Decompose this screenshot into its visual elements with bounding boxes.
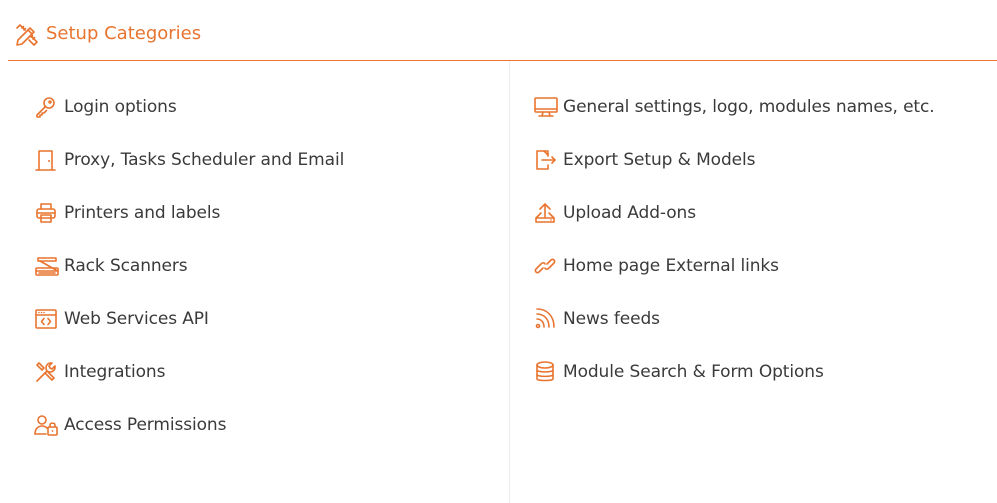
menu-item-integrations[interactable]: Integrations bbox=[34, 345, 344, 398]
menu-item-label: Module Search & Form Options bbox=[563, 361, 824, 382]
menu-item-label: Rack Scanners bbox=[64, 255, 188, 276]
tools-icon bbox=[34, 360, 60, 384]
upload-icon bbox=[533, 201, 559, 225]
printer-icon bbox=[34, 201, 60, 225]
menu-item-access-permissions[interactable]: Access Permissions bbox=[34, 398, 344, 451]
file-export-icon bbox=[533, 148, 559, 172]
column-divider bbox=[509, 61, 510, 503]
page-title: Setup Categories bbox=[46, 23, 202, 44]
menu-item-label: Proxy, Tasks Scheduler and Email bbox=[64, 149, 345, 170]
rss-icon bbox=[533, 307, 559, 331]
api-window-icon bbox=[34, 307, 60, 331]
menu-item-proxy-tasks-email[interactable]: Proxy, Tasks Scheduler and Email bbox=[34, 133, 344, 186]
menu-item-home-page-external-links[interactable]: Home page External links bbox=[533, 239, 935, 292]
menu-item-label: Export Setup & Models bbox=[563, 149, 756, 170]
menu-item-label: Printers and labels bbox=[64, 202, 221, 223]
menu-item-export-setup-models[interactable]: Export Setup & Models bbox=[533, 133, 935, 186]
setup-categories-panel: Setup Categories Login options Proxy, Ta… bbox=[0, 0, 997, 503]
menu-item-label: Home page External links bbox=[563, 255, 779, 276]
menu-item-printers-labels[interactable]: Printers and labels bbox=[34, 186, 344, 239]
door-icon bbox=[34, 148, 60, 172]
menu-item-label: Upload Add-ons bbox=[563, 202, 696, 223]
scanner-icon bbox=[34, 254, 60, 278]
menu-item-module-search-form-options[interactable]: Module Search & Form Options bbox=[533, 345, 935, 398]
left-column: Login options Proxy, Tasks Scheduler and… bbox=[34, 80, 344, 451]
panel-header: Setup Categories bbox=[8, 0, 997, 61]
menu-item-rack-scanners[interactable]: Rack Scanners bbox=[34, 239, 344, 292]
pencil-ruler-icon bbox=[14, 22, 40, 48]
menu-item-label: Web Services API bbox=[64, 308, 209, 329]
link-icon bbox=[533, 254, 559, 278]
menu-item-upload-addons[interactable]: Upload Add-ons bbox=[533, 186, 935, 239]
menu-item-label: Login options bbox=[64, 96, 177, 117]
menu-item-news-feeds[interactable]: News feeds bbox=[533, 292, 935, 345]
menu-item-label: Access Permissions bbox=[64, 414, 227, 435]
right-column: General settings, logo, modules names, e… bbox=[533, 80, 935, 398]
menu-item-general-settings[interactable]: General settings, logo, modules names, e… bbox=[533, 80, 935, 133]
menu-item-login-options[interactable]: Login options bbox=[34, 80, 344, 133]
menu-item-label: News feeds bbox=[563, 308, 660, 329]
menu-item-label: General settings, logo, modules names, e… bbox=[563, 96, 935, 117]
menu-item-label: Integrations bbox=[64, 361, 166, 382]
key-icon bbox=[34, 95, 60, 119]
menu-item-web-services-api[interactable]: Web Services API bbox=[34, 292, 344, 345]
user-lock-icon bbox=[34, 413, 60, 437]
database-icon bbox=[533, 360, 559, 384]
monitor-icon bbox=[533, 95, 559, 119]
